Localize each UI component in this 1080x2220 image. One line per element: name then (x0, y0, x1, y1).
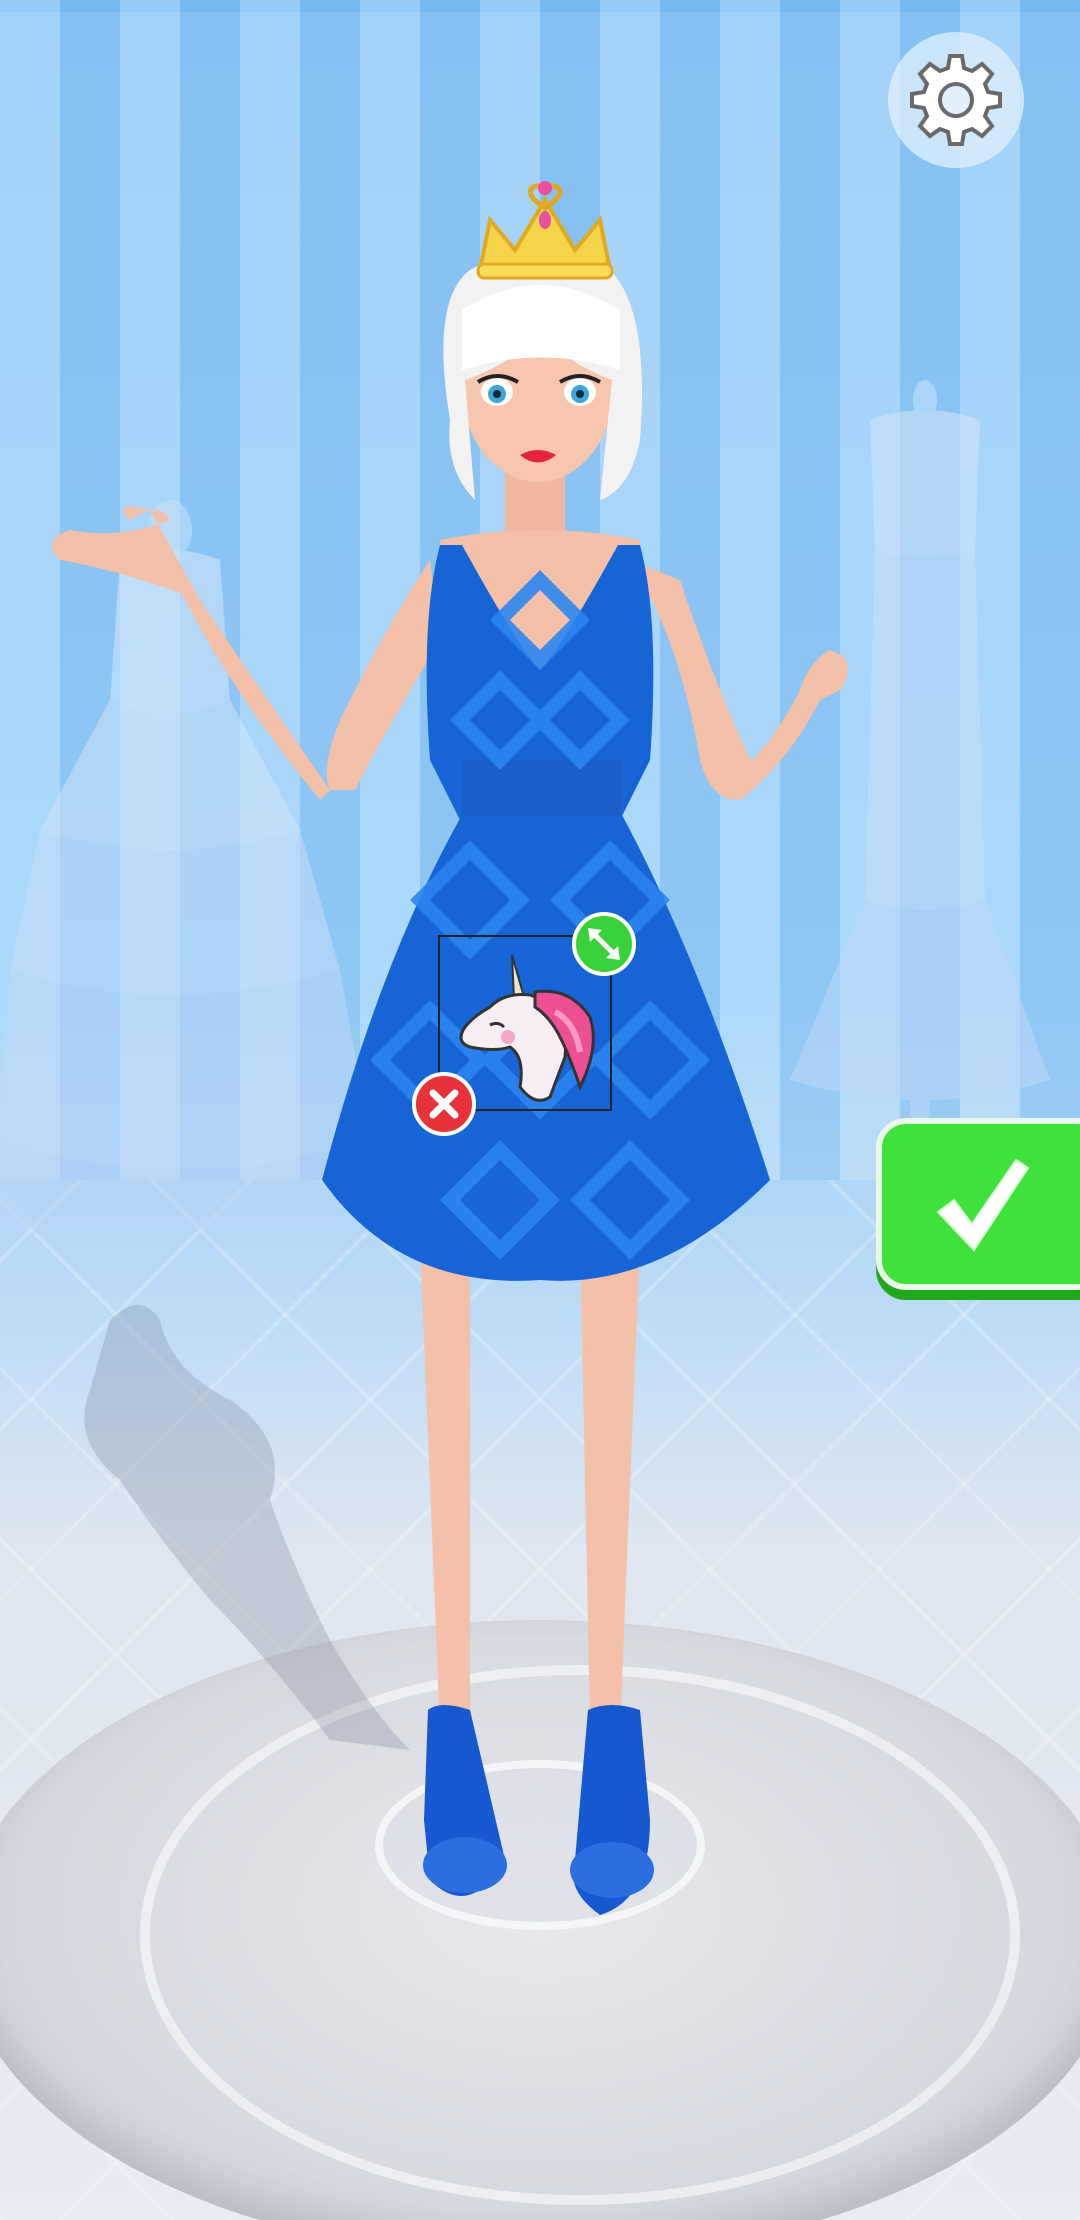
crown-icon (476, 181, 614, 280)
sticker-delete-button[interactable] (412, 1072, 476, 1136)
settings-button[interactable] (888, 32, 1024, 168)
close-icon (429, 1089, 459, 1119)
gear-icon (910, 54, 1002, 146)
confirm-outfit-button[interactable] (876, 1118, 1080, 1290)
sticker-resize-button[interactable] (572, 912, 636, 976)
game-stage (0, 0, 1080, 2220)
resize-arrows-icon (588, 928, 620, 960)
checkmark-icon (936, 1158, 1030, 1252)
